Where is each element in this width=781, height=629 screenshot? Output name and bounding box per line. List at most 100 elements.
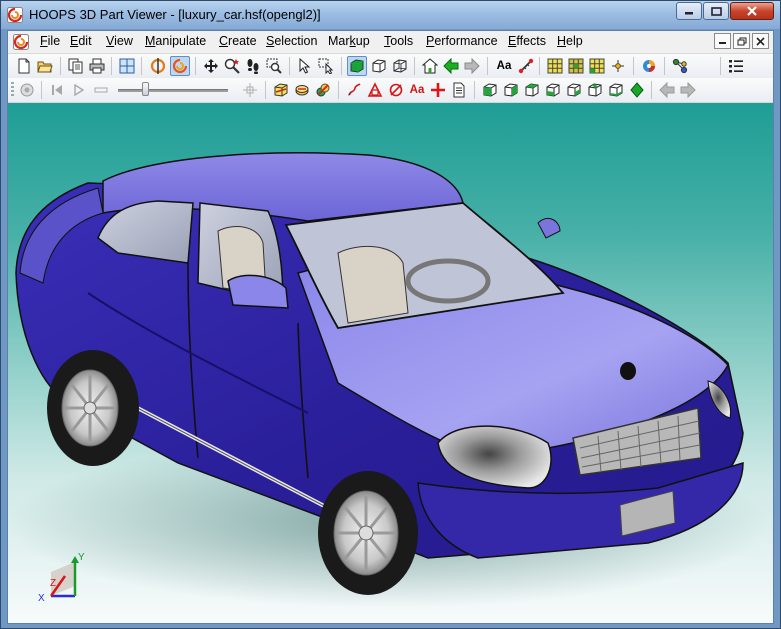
play-button[interactable] <box>69 80 89 100</box>
minimize-button[interactable] <box>676 2 702 20</box>
rewind-button[interactable] <box>47 80 67 100</box>
menu-tools[interactable]: Tools <box>384 34 413 48</box>
view-prev-button[interactable] <box>657 80 677 100</box>
child-restore-button[interactable] <box>733 33 750 49</box>
child-close-button[interactable] <box>752 33 769 49</box>
close-button[interactable] <box>730 2 774 20</box>
menu-file[interactable]: File <box>40 34 60 48</box>
main-toolbar: Aa <box>8 54 773 79</box>
title-bar[interactable]: HOOPS 3D Part Viewer - [luxury_car.hsf(o… <box>1 1 780 29</box>
view-iso-button[interactable] <box>480 80 500 100</box>
select-button[interactable] <box>295 56 315 76</box>
view-left-button[interactable] <box>543 80 563 100</box>
view-top-button[interactable] <box>585 80 605 100</box>
view-bottom-button[interactable] <box>606 80 626 100</box>
markup-notes-button[interactable] <box>449 80 469 100</box>
color-palette-icon <box>643 60 655 72</box>
menu-bar: File Edit View Manipulate Create Selecti… <box>8 31 773 54</box>
markup-circle-button[interactable] <box>386 80 406 100</box>
measure-button[interactable] <box>516 56 536 76</box>
markup-freehand-button[interactable] <box>344 80 364 100</box>
pan-button[interactable] <box>201 56 221 76</box>
animation-markup-toolbar: Aa <box>8 78 773 103</box>
model-tree-button[interactable] <box>726 56 746 76</box>
cube-iso-icon <box>483 83 497 97</box>
fit-world-button[interactable] <box>117 56 137 76</box>
arrow-right-icon <box>464 58 480 74</box>
explode-button[interactable] <box>292 80 312 100</box>
window-title: HOOPS 3D Part Viewer - [luxury_car.hsf(o… <box>29 7 321 22</box>
stop-button[interactable] <box>91 80 111 100</box>
shaded-mode-button[interactable] <box>347 56 367 76</box>
view-fit-button[interactable] <box>627 80 647 100</box>
orbit-button[interactable] <box>148 56 168 76</box>
hidden-line-button[interactable] <box>369 56 389 76</box>
orbit-icon <box>150 58 166 74</box>
explode-icon <box>295 85 309 96</box>
add-keyframe-button[interactable] <box>240 80 260 100</box>
view-right-button[interactable] <box>564 80 584 100</box>
zoom-icon <box>224 58 240 74</box>
menu-create[interactable]: Create <box>219 34 257 48</box>
child-minimize-button[interactable] <box>714 33 731 49</box>
rotate-button[interactable] <box>170 56 190 76</box>
wireframe-button[interactable] <box>390 56 410 76</box>
view-next-button[interactable] <box>678 80 698 100</box>
menu-performance[interactable]: Performance <box>426 34 498 48</box>
menu-view[interactable]: View <box>106 34 133 48</box>
axis-x-label: X <box>38 593 45 604</box>
open-button[interactable] <box>35 56 55 76</box>
copy-button[interactable] <box>66 56 86 76</box>
record-button[interactable] <box>17 80 37 100</box>
zoom-button[interactable] <box>222 56 242 76</box>
arrow-left-icon <box>443 58 459 74</box>
markup-text-button[interactable]: Aa <box>407 80 427 100</box>
print-button[interactable] <box>87 56 107 76</box>
color-map-button[interactable] <box>639 56 659 76</box>
3d-viewport[interactable]: Y Z X <box>8 103 773 623</box>
grid-plane-button[interactable] <box>545 56 565 76</box>
cube-front-icon <box>504 83 518 97</box>
previous-view-button[interactable] <box>441 56 461 76</box>
arrow-right-icon <box>680 82 696 98</box>
axis-z-label: Z <box>50 578 56 589</box>
wireframe-cube-icon <box>393 59 407 73</box>
menu-markup[interactable]: Markup <box>328 34 370 48</box>
mdi-client: File Edit View Manipulate Create Selecti… <box>7 30 774 624</box>
menu-selection[interactable]: Selection <box>266 34 317 48</box>
toolbar-grip[interactable] <box>11 82 14 98</box>
markup-rectangle-button[interactable] <box>365 80 385 100</box>
cube-bottom-icon <box>609 83 623 97</box>
menu-manipulate[interactable]: Manipulate <box>145 34 206 48</box>
network-button[interactable] <box>670 56 690 76</box>
menu-effects[interactable]: Effects <box>508 34 546 48</box>
animation-slider-track[interactable] <box>118 89 228 92</box>
new-button[interactable] <box>14 56 34 76</box>
section-plane-button[interactable] <box>271 80 291 100</box>
printer-icon <box>89 58 105 74</box>
grid-color-button[interactable] <box>587 56 607 76</box>
next-view-button[interactable] <box>462 56 482 76</box>
app-window: HOOPS 3D Part Viewer - [luxury_car.hsf(o… <box>0 0 781 629</box>
walk-button[interactable] <box>243 56 263 76</box>
home-view-button[interactable] <box>420 56 440 76</box>
copy-icon <box>68 58 83 74</box>
axis-origin-button[interactable] <box>608 56 628 76</box>
view-back-button[interactable] <box>522 80 542 100</box>
maximize-button[interactable] <box>703 2 729 20</box>
grid-solid-icon <box>568 58 584 74</box>
area-select-button[interactable] <box>316 56 336 76</box>
animation-slider-thumb[interactable] <box>142 82 149 96</box>
document-icon[interactable] <box>13 34 29 50</box>
grid-plane-icon <box>547 58 563 74</box>
text-tool-button[interactable]: Aa <box>494 56 514 76</box>
close-icon <box>747 6 757 16</box>
grid-solid-button[interactable] <box>566 56 586 76</box>
markup-add-button[interactable] <box>428 80 448 100</box>
view-front-button[interactable] <box>501 80 521 100</box>
area-select-icon <box>318 58 334 74</box>
clash-button[interactable] <box>313 80 333 100</box>
menu-help[interactable]: Help <box>557 34 583 48</box>
zoom-window-button[interactable] <box>264 56 284 76</box>
menu-edit[interactable]: Edit <box>70 34 92 48</box>
